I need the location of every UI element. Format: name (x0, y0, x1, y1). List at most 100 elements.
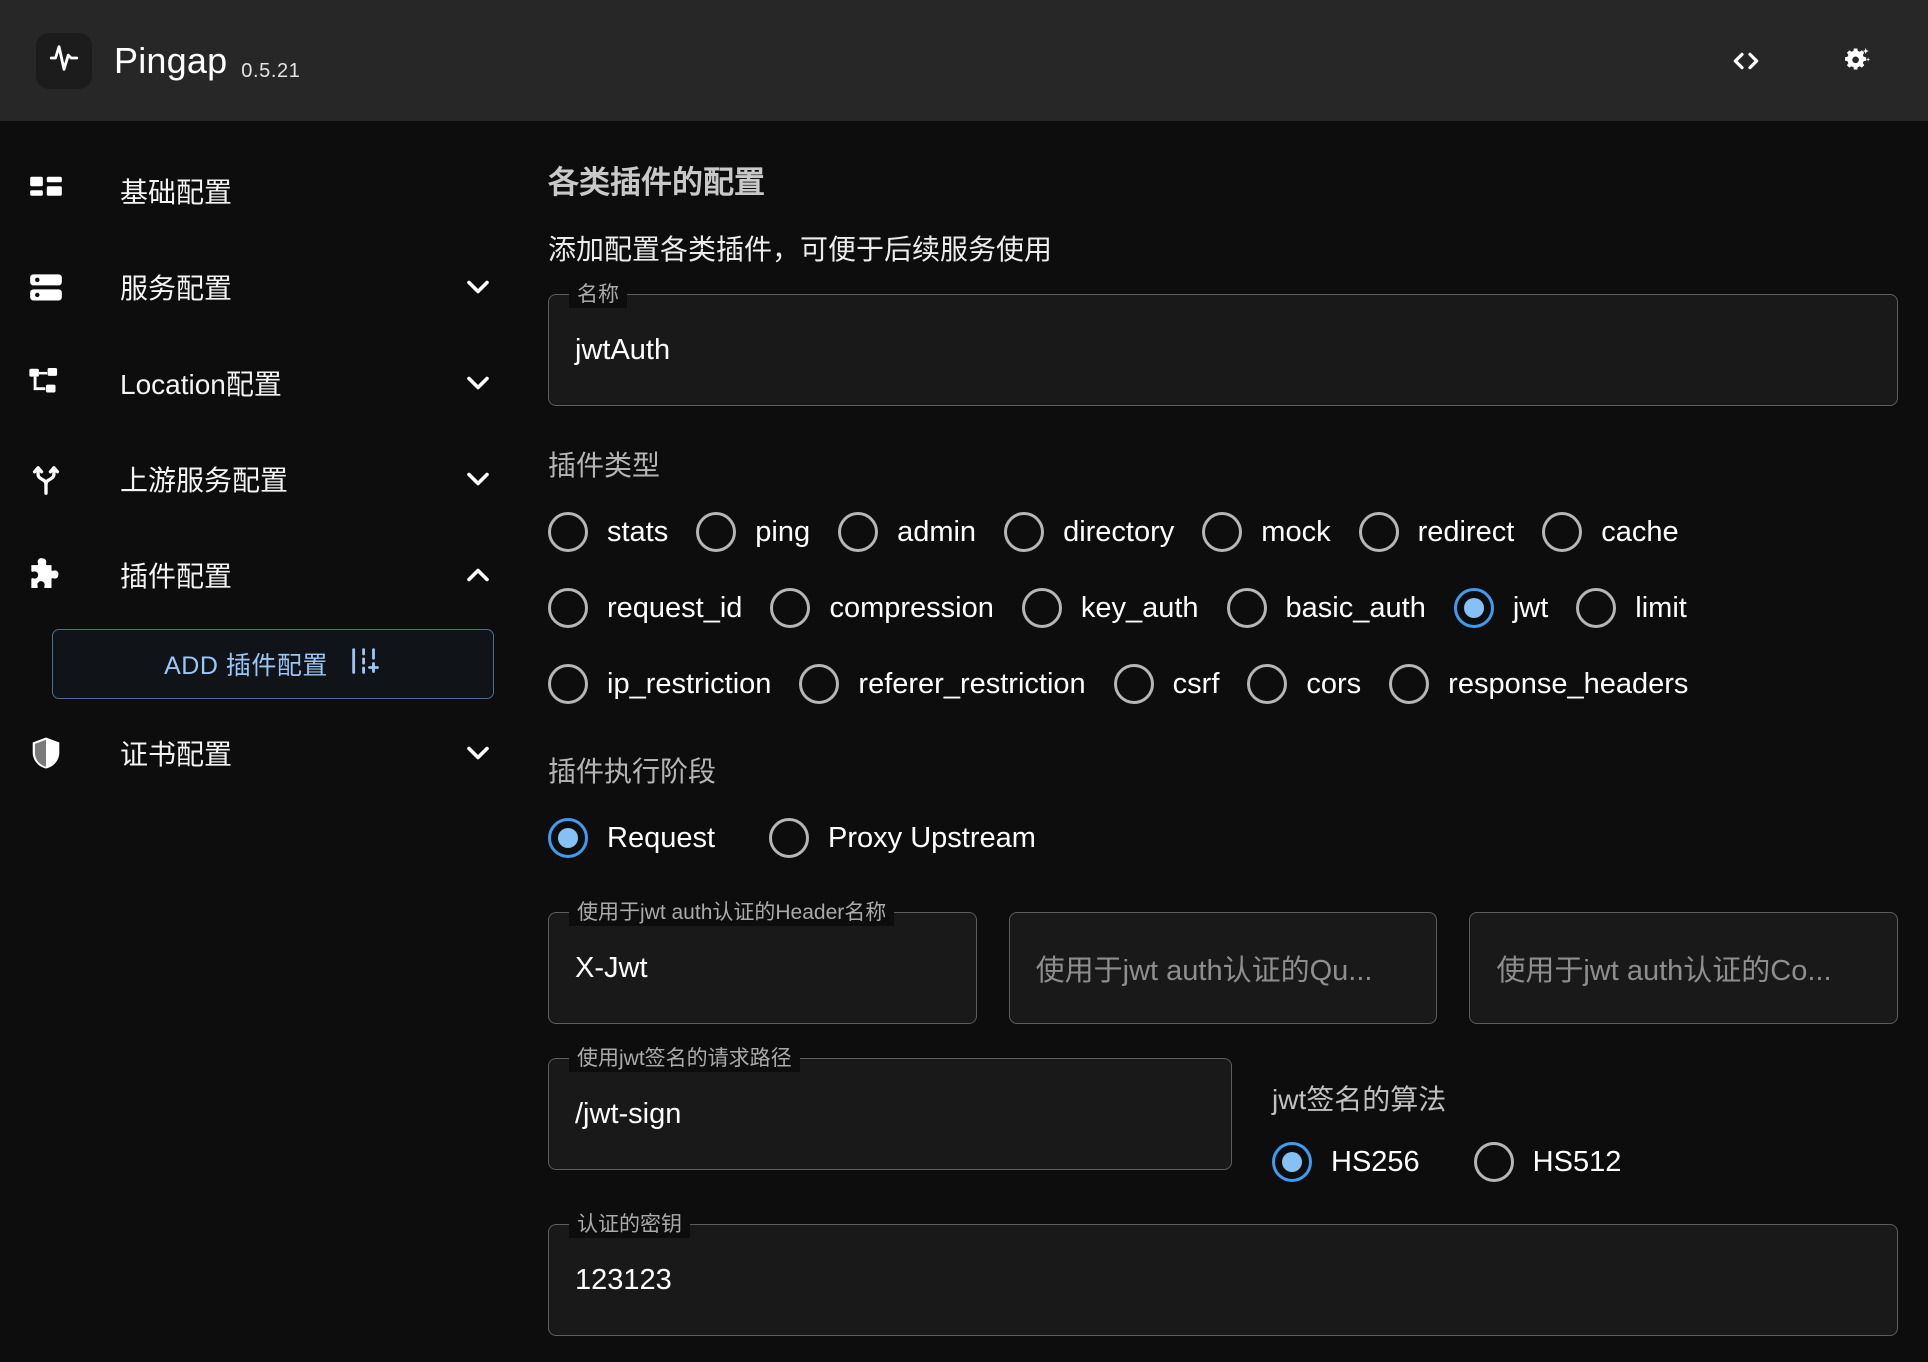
radio-circle-selected-icon (548, 818, 588, 858)
jwt-cookie-placeholder: 使用于jwt auth认证的Co... (1496, 955, 1832, 987)
sidebar-item-label: 上游服务配置 (120, 465, 289, 496)
radio-circle-icon (1226, 588, 1267, 628)
radio-mock[interactable]: mock (1202, 504, 1340, 560)
gear-sparkle-icon[interactable] (1834, 39, 1878, 83)
server-icon (24, 268, 68, 306)
jwt-header-value: X-Jwt (575, 951, 648, 984)
radio-stats[interactable]: stats (548, 504, 678, 560)
jwt-sign-path-legend: 使用jwt签名的请求路径 (569, 1046, 800, 1072)
chevron-down-icon[interactable] (460, 365, 496, 401)
page-subtitle: 添加配置各类插件，可便于后续服务使用 (548, 234, 1053, 265)
plugin-type-row-3: ip_restriction referer_restriction csrf … (548, 656, 1898, 712)
radio-admin[interactable]: admin (838, 504, 986, 560)
branch-icon (24, 460, 68, 498)
sidebar-item-label: 插件配置 (120, 561, 233, 592)
sidebar-item-plugin-config[interactable]: 插件配置 (0, 527, 540, 623)
radio-circle-icon (1389, 664, 1430, 704)
radio-circle-icon (1576, 588, 1617, 628)
radio-circle-icon (548, 664, 588, 704)
jwt-query-field[interactable]: 使用于jwt auth认证的Qu... (1008, 912, 1438, 1024)
add-column-icon (348, 644, 382, 685)
radio-ip_restriction[interactable]: ip_restriction (548, 656, 781, 712)
plugin-name-field[interactable]: 名称 jwtAuth (548, 282, 1898, 406)
main-content: 各类插件的配置 添加配置各类插件，可便于后续服务使用 名称 jwtAuth 插件… (540, 121, 1928, 1362)
jwt-sign-path-field[interactable]: 使用jwt签名的请求路径 /jwt-sign (548, 1046, 1232, 1170)
radio-circle-icon (1542, 512, 1583, 552)
sidebar-item-label: Location配置 (120, 369, 282, 400)
add-plugin-config-label: ADD 插件配置 (164, 652, 328, 680)
plugin-step-label: 插件执行阶段 (548, 756, 717, 787)
jwt-header-legend: 使用于jwt auth认证的Header名称 (569, 900, 895, 926)
radio-circle-selected-icon (1453, 588, 1494, 628)
radio-directory[interactable]: directory (1004, 504, 1184, 560)
jwt-header-field[interactable]: 使用于jwt auth认证的Header名称 X-Jwt (548, 900, 977, 1024)
radio-step-proxy-upstream[interactable]: Proxy Upstream (769, 810, 1046, 866)
radio-limit[interactable]: limit (1576, 580, 1697, 636)
radio-circle-icon (696, 512, 737, 552)
radio-circle-icon (838, 512, 879, 552)
chevron-down-icon[interactable] (460, 461, 496, 497)
radio-request_id[interactable]: request_id (548, 580, 752, 636)
radio-response_headers[interactable]: response_headers (1389, 656, 1698, 712)
sidebar-item-location-config[interactable]: Location配置 (0, 335, 540, 431)
radio-cors[interactable]: cors (1247, 656, 1371, 712)
add-plugin-config-button[interactable]: ADD 插件配置 (52, 629, 494, 699)
jwt-secret-field[interactable]: 认证的密钥 123123 (548, 1212, 1898, 1336)
radio-circle-icon (799, 664, 840, 704)
radio-circle-icon (548, 512, 588, 552)
app-logo (36, 32, 92, 89)
chevron-down-icon[interactable] (460, 735, 496, 771)
radio-hs512[interactable]: HS512 (1473, 1134, 1632, 1190)
sidebar-item-basic-config[interactable]: 基础配置 (0, 143, 540, 239)
radio-circle-icon (1113, 664, 1154, 704)
radio-key_auth[interactable]: key_auth (1021, 580, 1209, 636)
sidebar-item-upstream-config[interactable]: 上游服务配置 (0, 431, 540, 527)
radio-compression[interactable]: compression (770, 580, 1003, 636)
sidebar-item-label: 证书配置 (120, 739, 233, 770)
chevron-up-icon[interactable] (460, 557, 496, 593)
radio-circle-icon (1004, 512, 1045, 552)
plugin-step-row: Request Proxy Upstream (548, 810, 1898, 866)
radio-circle-icon (1473, 1142, 1514, 1182)
jwt-algorithm-row: HS256 HS512 (1272, 1134, 1898, 1190)
header-actions (1724, 39, 1892, 83)
jwt-algorithm-label: jwt签名的算法 (1272, 1084, 1447, 1115)
jwt-query-placeholder: 使用于jwt auth认证的Qu... (1035, 955, 1373, 987)
sidebar-item-label: 服务配置 (120, 273, 233, 304)
sitemap-icon (24, 364, 68, 402)
radio-hs256[interactable]: HS256 (1272, 1134, 1430, 1190)
jwt-sign-row: 使用jwt签名的请求路径 /jwt-sign jwt签名的算法 HS256 HS… (548, 1046, 1898, 1190)
page-body: 基础配置 服务配置 Location配置 上游服务配置 插件配置 ADD 插件配… (0, 121, 1928, 1362)
radio-referer_restriction[interactable]: referer_restriction (799, 656, 1095, 712)
plugin-name-value: jwtAuth (575, 333, 671, 366)
radio-circle-icon (769, 818, 810, 858)
plugin-type-row-2: request_id compression key_auth basic_au… (548, 580, 1898, 636)
sidebar-item-certificate-config[interactable]: 证书配置 (0, 705, 540, 801)
plugin-type-row-1: stats ping admin directory mock redirect… (548, 504, 1898, 560)
radio-jwt[interactable]: jwt (1453, 580, 1558, 636)
puzzle-icon (24, 555, 68, 595)
brand: Pingap 0.5.21 (36, 32, 301, 89)
radio-cache[interactable]: cache (1542, 504, 1688, 560)
jwt-sign-path-wrapper: 使用jwt签名的请求路径 /jwt-sign (548, 1046, 1232, 1170)
radio-circle-icon (1358, 512, 1399, 552)
activity-pulse-icon (47, 41, 81, 80)
jwt-cookie-field[interactable]: 使用于jwt auth认证的Co... (1469, 912, 1899, 1024)
sidebar: 基础配置 服务配置 Location配置 上游服务配置 插件配置 ADD 插件配… (0, 121, 540, 1362)
jwt-secret-value: 123123 (575, 1263, 672, 1296)
radio-circle-icon (770, 588, 811, 628)
radio-step-request[interactable]: Request (548, 810, 725, 866)
code-brackets-icon[interactable] (1724, 39, 1768, 83)
radio-ping[interactable]: ping (696, 504, 820, 560)
radio-circle-icon (1202, 512, 1243, 552)
radio-basic_auth[interactable]: basic_auth (1226, 580, 1436, 636)
radio-circle-icon (1247, 664, 1288, 704)
radio-redirect[interactable]: redirect (1358, 504, 1525, 560)
radio-circle-selected-icon (1272, 1142, 1312, 1182)
chevron-down-icon[interactable] (460, 269, 496, 305)
sidebar-item-service-config[interactable]: 服务配置 (0, 239, 540, 335)
app-title: Pingap (114, 39, 228, 81)
radio-circle-icon (1021, 588, 1062, 628)
sidebar-item-label: 基础配置 (120, 177, 233, 208)
radio-csrf[interactable]: csrf (1113, 656, 1230, 712)
